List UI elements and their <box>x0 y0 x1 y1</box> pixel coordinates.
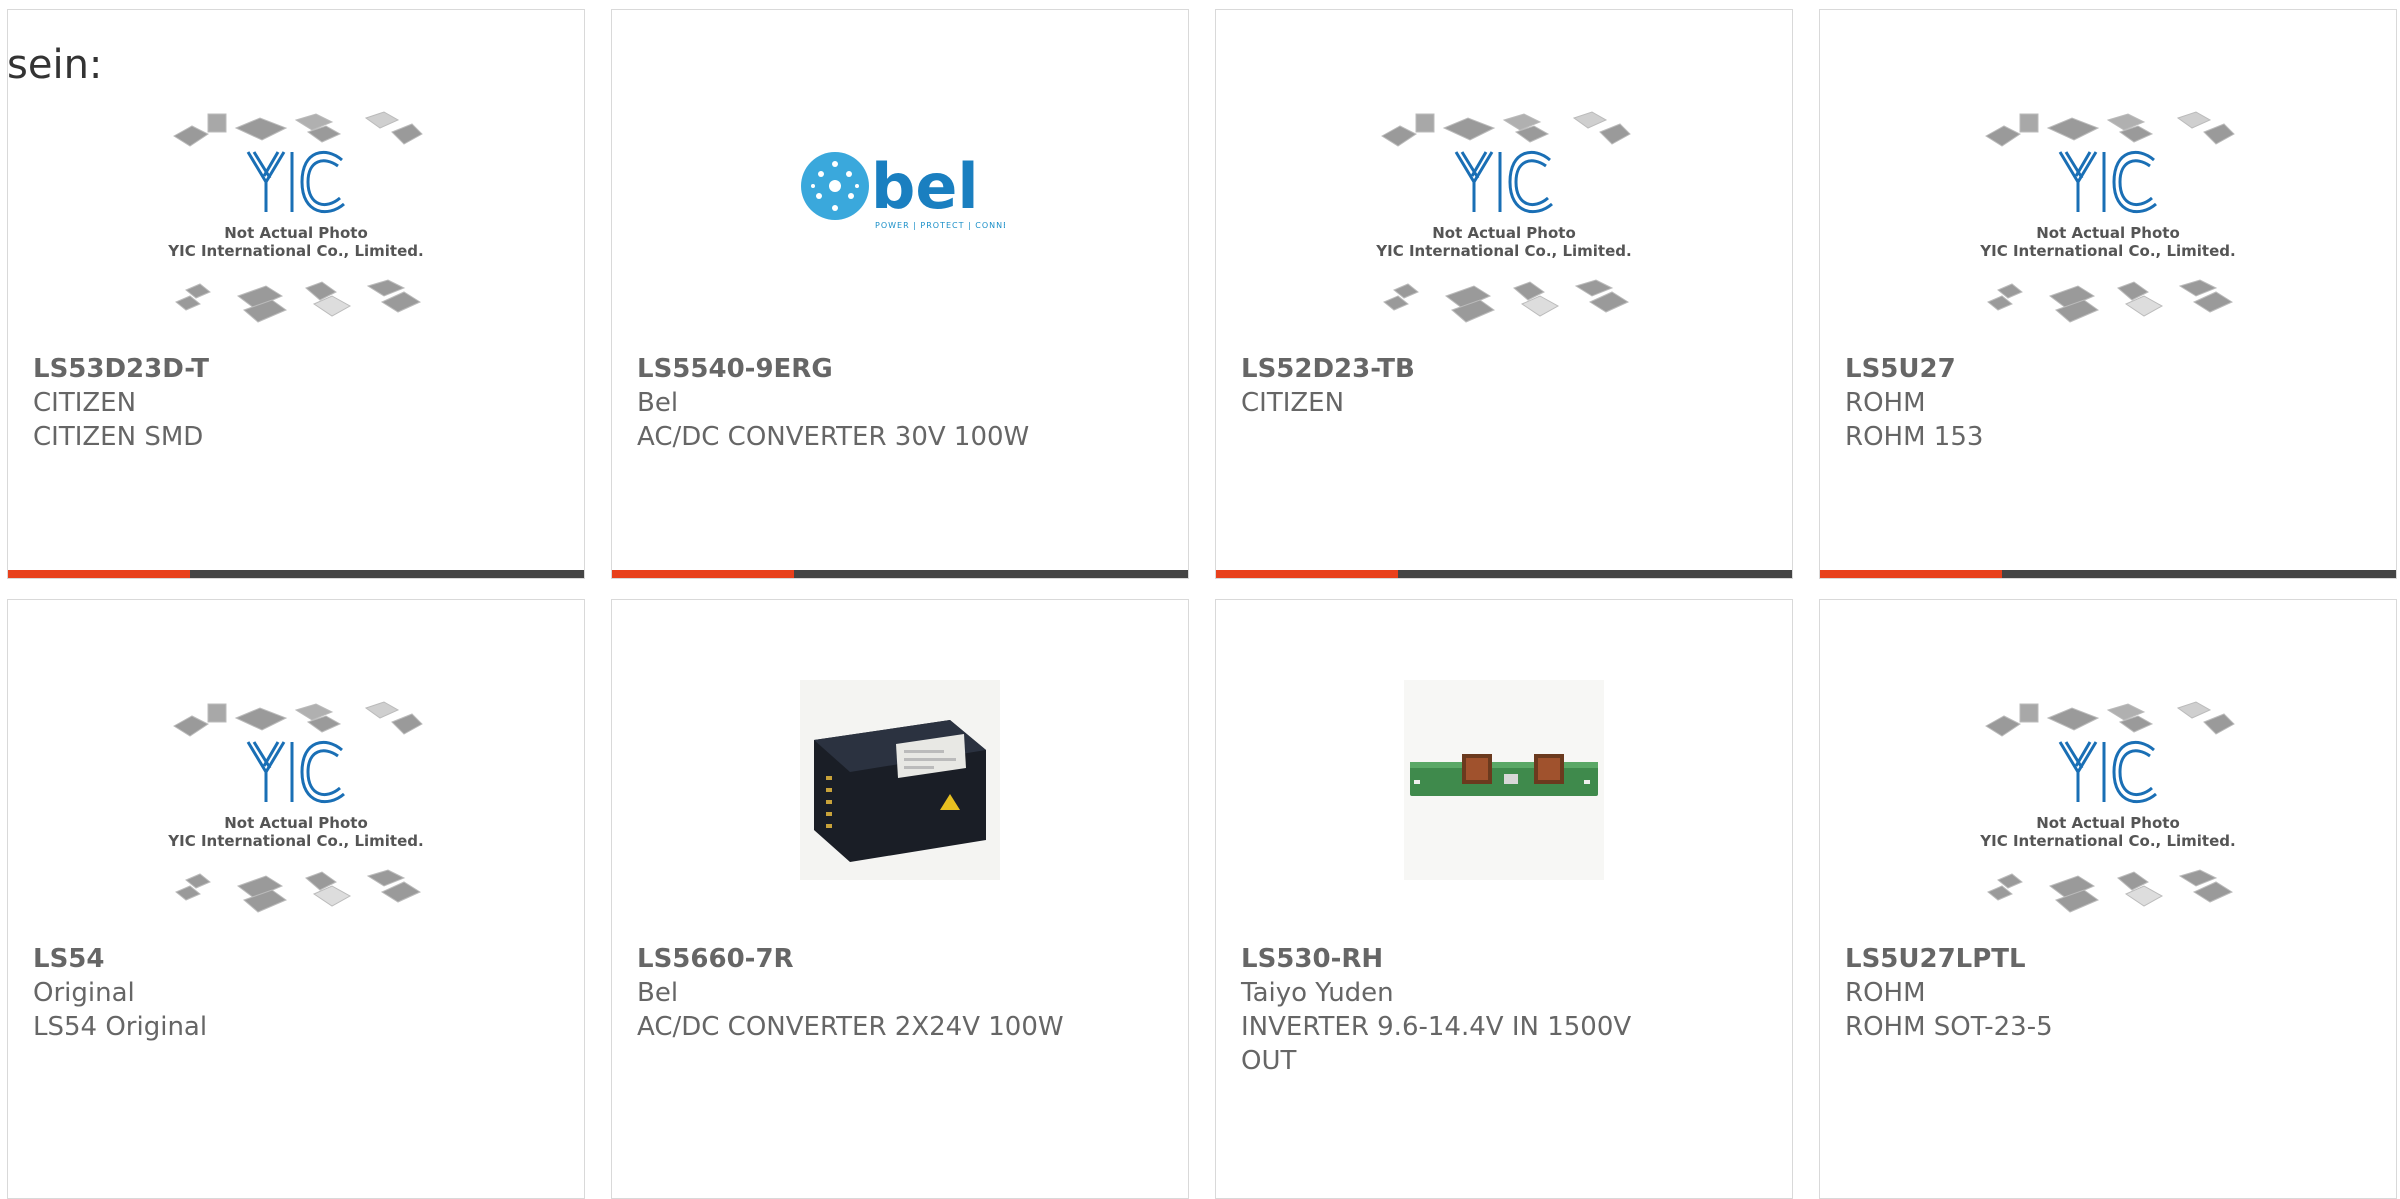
product-info: LS52D23-TB CITIZEN <box>1241 352 1771 420</box>
bel-logo-text: bel <box>871 150 979 223</box>
product-image[interactable]: Not Actual Photo YIC International Co., … <box>8 680 584 940</box>
image-caption: Not Actual Photo <box>2036 224 2180 242</box>
chip-illustration-icon <box>1985 701 2235 913</box>
image-caption: Not Actual Photo <box>2036 814 2180 832</box>
chip-illustration-icon <box>173 111 423 323</box>
product-card[interactable]: LS530-RH Taiyo Yuden INVERTER 9.6-14.4V … <box>1215 599 1793 1199</box>
product-card[interactable]: Not Actual Photo YIC International Co., … <box>1819 599 2397 1199</box>
image-caption: YIC International Co., Limited. <box>1980 832 2236 850</box>
brand-name: ROHM <box>1845 388 1926 418</box>
product-description: INVERTER 9.6-14.4V IN 1500V OUT <box>1241 1012 1632 1076</box>
part-number-link[interactable]: LS52D23-TB <box>1241 352 1771 386</box>
brand-name: Bel <box>637 388 679 418</box>
product-image[interactable]: Not Actual Photo YIC International Co., … <box>1820 90 2396 350</box>
brand-name: CITIZEN <box>33 388 137 418</box>
section-heading: sein: <box>7 42 103 88</box>
product-image[interactable]: bel POWER | PROTECT | CONNECT <box>612 90 1188 350</box>
part-number-link[interactable]: LS53D23D-T <box>33 352 563 386</box>
product-info: LS530-RH Taiyo Yuden INVERTER 9.6-14.4V … <box>1241 942 1771 1078</box>
image-caption: YIC International Co., Limited. <box>168 832 424 850</box>
product-description: ROHM 153 <box>1845 422 1984 452</box>
accent-stripe <box>8 570 190 578</box>
product-card[interactable]: Not Actual Photo YIC International Co., … <box>7 599 585 1199</box>
accent-stripe <box>612 570 794 578</box>
product-info: LS53D23D-T CITIZEN CITIZEN SMD <box>33 352 563 454</box>
chip-illustration-icon <box>1381 111 1631 323</box>
product-card[interactable]: Not Actual Photo YIC International Co., … <box>7 9 585 579</box>
card-bottom-bar <box>612 570 1188 578</box>
chip-illustration-icon <box>1985 111 2235 323</box>
card-bottom-bar <box>8 570 584 578</box>
image-caption: YIC International Co., Limited. <box>1376 242 1632 260</box>
brand-name: Taiyo Yuden <box>1241 978 1394 1008</box>
product-info: LS54 Original LS54 Original <box>33 942 563 1044</box>
product-info: LS5U27LPTL ROHM ROHM SOT-23-5 <box>1845 942 2375 1044</box>
product-info: LS5660-7R Bel AC/DC CONVERTER 2X24V 100W <box>637 942 1167 1044</box>
product-card[interactable]: LS5660-7R Bel AC/DC CONVERTER 2X24V 100W <box>611 599 1189 1199</box>
product-grid: Not Actual Photo YIC International Co., … <box>7 9 2400 1199</box>
product-image[interactable]: Not Actual Photo YIC International Co., … <box>1216 90 1792 350</box>
image-caption: YIC International Co., Limited. <box>1980 242 2236 260</box>
part-number-link[interactable]: LS530-RH <box>1241 942 1771 976</box>
product-image[interactable] <box>1216 680 1792 940</box>
part-number-link[interactable]: LS5660-7R <box>637 942 1167 976</box>
yic-placeholder-image: Not Actual Photo YIC International Co., … <box>1968 680 2248 930</box>
product-image[interactable] <box>612 680 1188 940</box>
bel-brand-icon: bel POWER | PROTECT | CONNECT <box>801 150 1021 230</box>
inverter-board-photo <box>1404 680 1604 880</box>
chip-illustration-icon <box>173 701 423 913</box>
image-caption: Not Actual Photo <box>224 814 368 832</box>
card-bottom-bar <box>1216 570 1792 578</box>
bel-tagline: POWER | PROTECT | CONNECT <box>875 221 1005 230</box>
yic-placeholder-image: Not Actual Photo YIC International Co., … <box>156 680 436 930</box>
product-description: CITIZEN SMD <box>33 422 204 452</box>
product-info: LS5540-9ERG Bel AC/DC CONVERTER 30V 100W <box>637 352 1167 454</box>
product-card[interactable]: Not Actual Photo YIC International Co., … <box>1819 9 2397 579</box>
image-caption: YIC International Co., Limited. <box>168 242 424 260</box>
bel-logo: bel POWER | PROTECT | CONNECT <box>795 144 1021 244</box>
accent-stripe <box>1820 570 2002 578</box>
accent-stripe <box>1216 570 1398 578</box>
brand-name: Original <box>33 978 135 1008</box>
product-image[interactable]: Not Actual Photo YIC International Co., … <box>8 90 584 350</box>
brand-name: Bel <box>637 978 679 1008</box>
power-converter-icon <box>800 680 1000 880</box>
product-card[interactable]: bel POWER | PROTECT | CONNECT LS5540-9ER… <box>611 9 1189 579</box>
product-image[interactable]: Not Actual Photo YIC International Co., … <box>1820 680 2396 940</box>
image-caption: Not Actual Photo <box>224 224 368 242</box>
product-card[interactable]: Not Actual Photo YIC International Co., … <box>1215 9 1793 579</box>
part-number-link[interactable]: LS5U27 <box>1845 352 2375 386</box>
product-description: LS54 Original <box>33 1012 208 1042</box>
product-description: AC/DC CONVERTER 2X24V 100W <box>637 1012 1064 1042</box>
brand-name: CITIZEN <box>1241 388 1345 418</box>
image-caption: Not Actual Photo <box>1432 224 1576 242</box>
product-description: AC/DC CONVERTER 30V 100W <box>637 422 1030 452</box>
card-bottom-bar <box>1820 570 2396 578</box>
part-number-link[interactable]: LS5U27LPTL <box>1845 942 2375 976</box>
product-info: LS5U27 ROHM ROHM 153 <box>1845 352 2375 454</box>
inverter-board-icon <box>1404 680 1604 880</box>
converter-photo <box>800 680 1000 880</box>
yic-placeholder-image: Not Actual Photo YIC International Co., … <box>1364 90 1644 340</box>
part-number-link[interactable]: LS5540-9ERG <box>637 352 1167 386</box>
yic-placeholder-image: Not Actual Photo YIC International Co., … <box>1968 90 2248 340</box>
brand-name: ROHM <box>1845 978 1926 1008</box>
yic-placeholder-image: Not Actual Photo YIC International Co., … <box>156 90 436 340</box>
product-description: ROHM SOT-23-5 <box>1845 1012 2053 1042</box>
part-number-link[interactable]: LS54 <box>33 942 563 976</box>
